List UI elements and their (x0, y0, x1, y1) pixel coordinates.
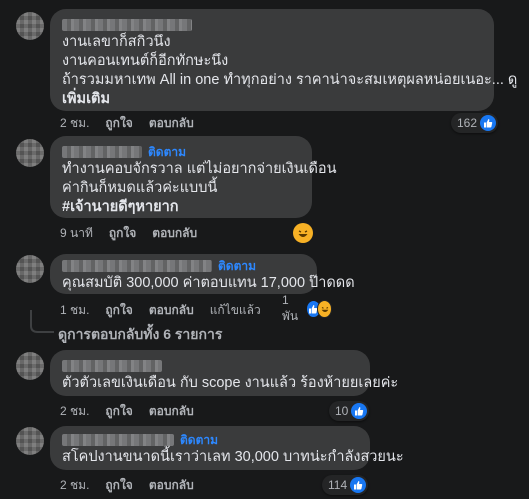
comment-text-line: ตัวตัวเลขเงินเดือน กับ scope งานแล้ว ร้อ… (62, 375, 399, 391)
comment-text-line: สโคปงานขนาดนี้เราว่าเลท 30,000 บาทน่ะกำล… (62, 449, 404, 465)
commenter-name[interactable] (62, 17, 482, 33)
commenter-name[interactable]: ติดตาม (62, 432, 358, 448)
like-button[interactable]: ถูกใจ (105, 114, 132, 133)
comment-actions: 2 ชม. ถูกใจ ตอบกลับ (60, 477, 210, 493)
comment-text-line: ค่ากินก็หมดแล้วค่ะแบบนี้ (62, 180, 218, 196)
reaction-count[interactable]: 114 (322, 475, 369, 495)
commenter-name[interactable]: ติดตาม (62, 144, 300, 160)
haha-icon (316, 300, 333, 318)
like-button[interactable]: ถูกใจ (105, 301, 132, 320)
comment-text-line: งานคอนเทนต์ก็อีกทักษะนึง (62, 53, 229, 69)
commenter-name[interactable] (62, 358, 358, 374)
comment-bubble: งานเลขาก็สกิวนึง งานคอนเทนต์ก็อีกทักษะนึ… (50, 9, 518, 111)
see-more-link[interactable]: เพิ่มเติม (62, 90, 482, 109)
reaction-number: 114 (328, 478, 348, 492)
thumbs-up-icon (480, 115, 497, 131)
comment-actions: 2 ชม. ถูกใจ ตอบกลับ (60, 115, 210, 131)
timestamp[interactable]: 2 ชม. (60, 114, 89, 133)
avatar[interactable] (16, 427, 44, 455)
timestamp[interactable]: 1 ชม. (60, 301, 89, 320)
like-button[interactable]: ถูกใจ (105, 402, 132, 421)
follow-link[interactable]: ติดตาม (148, 143, 186, 162)
edited-label: แก้ไขแล้ว (209, 302, 261, 317)
comment-actions: 2 ชม. ถูกใจ ตอบกลับ (60, 403, 210, 419)
comment-bubble: ติดตาม ทำงานคอบจักรวาล แต่ไม่อยากจ่ายเงิ… (50, 136, 337, 218)
comment-bubble: ติดตาม คุณสมบัติ 300,000 ค่าตอบแทน 17,00… (50, 254, 355, 294)
comment-bubble: ตัวตัวเลขเงินเดือน กับ scope งานแล้ว ร้อ… (50, 350, 399, 396)
reply-button[interactable]: ตอบกลับ (149, 114, 194, 133)
comment-bubble: ติดตาม สโคปงานขนาดนี้เราว่าเลท 30,000 บา… (50, 426, 404, 470)
reaction-number: 1 พัน (282, 292, 299, 323)
comment-text-line: คุณสมบัติ 300,000 ค่าตอบแทน 17,000 ป๊าดด… (62, 275, 355, 291)
like-button[interactable]: ถูกใจ (105, 476, 132, 495)
reply-thread-line (30, 310, 54, 333)
avatar[interactable] (16, 352, 44, 380)
follow-link[interactable]: ติดตาม (218, 257, 256, 276)
reply-button[interactable]: ตอบกลับ (149, 301, 194, 320)
comment-text-line: งานเลขาก็สกิวนึง (62, 34, 171, 50)
reaction-count[interactable]: 162 (451, 113, 499, 133)
avatar[interactable] (16, 12, 44, 40)
reply-button[interactable]: ตอบกลับ (149, 402, 194, 421)
timestamp[interactable]: 2 ชม. (60, 476, 89, 495)
avatar[interactable] (16, 255, 44, 283)
timestamp[interactable]: 9 นาที (60, 224, 93, 243)
view-replies-link[interactable]: ดูการตอบกลับทั้ง 6 รายการ (58, 324, 222, 346)
reply-button[interactable]: ตอบกลับ (149, 476, 194, 495)
comment-text-line: ถ้ารวมมหาเทพ All in one ทำทุกอย่าง ราคาน… (62, 72, 518, 88)
commenter-name[interactable]: ติดตาม (62, 258, 305, 274)
avatar[interactable] (16, 139, 44, 167)
reaction-number: 10 (335, 404, 349, 418)
reaction-count[interactable]: 1 พัน (282, 293, 333, 323)
thumbs-up-icon (350, 477, 367, 493)
comment-actions: 9 นาที ถูกใจ ตอบกลับ (60, 225, 213, 241)
follow-link[interactable]: ติดตาม (180, 431, 218, 450)
reply-button[interactable]: ตอบกลับ (152, 224, 197, 243)
reaction-count[interactable]: 10 (329, 401, 370, 421)
reaction-number: 162 (457, 116, 478, 130)
comment-text-line: ทำงานคอบจักรวาล แต่ไม่อยากจ่ายเงินเดือน (62, 161, 337, 177)
comment-actions: 1 ชม. ถูกใจ ตอบกลับ แก้ไขแล้ว (60, 302, 277, 318)
timestamp[interactable]: 2 ชม. (60, 402, 89, 421)
haha-reaction-icon[interactable] (293, 223, 313, 243)
hashtag-link[interactable]: #เจ้านายดีๆหายาก (62, 198, 300, 217)
like-button[interactable]: ถูกใจ (109, 224, 136, 243)
thumbs-up-icon (351, 403, 368, 419)
